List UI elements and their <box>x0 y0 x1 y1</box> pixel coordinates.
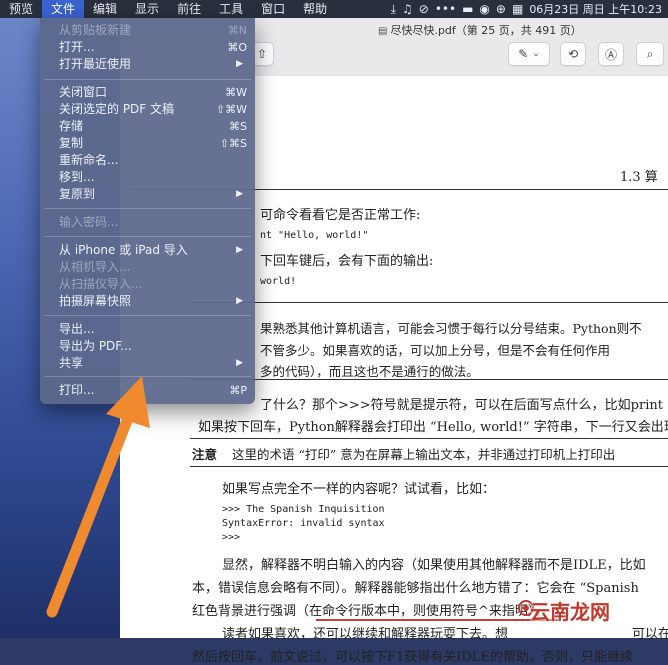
section-header: 1.3 算 <box>620 170 658 185</box>
code-line: SyntaxError: invalid syntax <box>222 518 385 529</box>
pen-icon: ✎ <box>518 47 529 61</box>
menu-item-print[interactable]: 打印... ⌘P <box>40 382 255 399</box>
submenu-arrow-icon: ▶ <box>236 296 243 306</box>
menu-item-open[interactable]: 打开... ⌘O <box>40 39 255 56</box>
markup-pen-button[interactable]: ✎ ⌄ <box>508 42 550 66</box>
code-line: >>> The Spanish Inquisition <box>222 504 385 515</box>
compass-icon[interactable]: ⊘ <box>419 0 429 18</box>
menu-separator <box>44 376 251 377</box>
menu-file[interactable]: 文件 <box>42 0 85 18</box>
menu-item-close-window[interactable]: 关闭窗口 ⌘W <box>40 84 255 101</box>
menu-item-export-pdf[interactable]: 导出为 PDF... <box>40 338 255 355</box>
status-area: ⤓ ♫ ⊘ ••• ▬ ◉ ⊕ ▦ 06月23日 周日 上午10:23 <box>391 0 662 18</box>
menu-tools[interactable]: 工具 <box>210 0 252 18</box>
submenu-arrow-icon: ▶ <box>236 189 243 199</box>
text-line: 然后按回车。前文说过，可以按下F1获得有关IDLE的帮助。否则，只能继续 <box>192 650 633 665</box>
menu-item-duplicate[interactable]: 复制 ⇧⌘S <box>40 135 255 152</box>
text-line: 显然，解释器不明白输入的内容（如果使用其他解释器而不是IDLE，比如 <box>222 558 646 573</box>
menubar: 预览 文件 编辑 显示 前往 工具 窗口 帮助 ⤓ ♫ ⊘ ••• ▬ ◉ ⊕ … <box>0 0 668 18</box>
menu-item-share[interactable]: 共享 ▶ <box>40 355 255 372</box>
note-text: 这里的术语 “打印” 意为在屏幕上输出文本，并非通过打印机上打印出 <box>232 447 616 462</box>
note-rule <box>190 302 668 303</box>
red-underline <box>316 619 560 621</box>
text-line: 如果写点完全不一样的内容呢？试试看，比如： <box>222 482 496 497</box>
menu-item-revert-to[interactable]: 复原到 ▶ <box>40 186 255 203</box>
dots-icon[interactable]: ••• <box>435 0 456 18</box>
menu-help[interactable]: 帮助 <box>294 0 336 18</box>
menu-item-screenshot[interactable]: 拍摄屏幕快照 ▶ <box>40 293 255 310</box>
markup-toolbar-button[interactable]: Ⓐ <box>598 42 624 66</box>
note-text: 果熟悉其他计算机语言，可能会习惯于每行以分号结束。Python则不 <box>260 321 642 336</box>
globe-icon[interactable]: ⊕ <box>496 0 506 18</box>
note-rule <box>190 466 668 467</box>
watermark-text: 云南龙网 <box>530 600 610 624</box>
file-menu-dropdown: 从剪贴板新建 ⌘N 打开... ⌘O 打开最近使用 ▶ 关闭窗口 ⌘W 关闭选定的 PD… <box>40 18 255 404</box>
menu-view[interactable]: 显示 <box>126 0 168 18</box>
submenu-arrow-icon: ▶ <box>236 358 243 368</box>
menu-item-import-camera[interactable]: 从相机导入... <box>40 259 255 276</box>
rotate-button[interactable]: ⟲ <box>560 42 586 66</box>
bell-icon[interactable]: ♫ <box>402 0 413 18</box>
text-line: 可以在 <box>632 627 668 642</box>
menu-separator <box>44 315 251 316</box>
code-line: nt "Hello, world!" <box>260 230 369 241</box>
menu-go[interactable]: 前往 <box>168 0 210 18</box>
text-line: 了什么？那个>>>符号就是提示符，可以在后面写点什么，比如print <box>260 398 663 413</box>
display-icon[interactable]: ▬ <box>462 0 473 18</box>
pdf-file-icon: ▤ <box>378 26 388 37</box>
menu-separator <box>44 208 251 209</box>
submenu-arrow-icon: ▶ <box>236 245 243 255</box>
note-label: 注意 <box>192 447 218 462</box>
window-title: ▤ 尽快尽快.pdf（第 25 页，共 491 页） <box>378 22 582 38</box>
submenu-arrow-icon: ▶ <box>236 59 243 69</box>
menu-window[interactable]: 窗口 <box>252 0 294 18</box>
menu-separator <box>44 236 251 237</box>
chevron-down-icon: ⌄ <box>532 49 540 59</box>
download-icon[interactable]: ⤓ <box>391 0 396 18</box>
note-text: 多的代码），而且这也不是通行的做法。 <box>260 364 479 379</box>
clock-text[interactable]: 06月23日 周日 上午10:23 <box>529 1 662 17</box>
window-title-text: 尽快尽快.pdf（第 25 页，共 491 页） <box>390 24 582 37</box>
menu-separator <box>44 79 251 80</box>
wifi-icon[interactable]: ◉ <box>479 0 489 18</box>
menu-item-enter-password[interactable]: 输入密码... <box>40 214 255 231</box>
menu-item-import-scanner[interactable]: 从扫描仪导入... <box>40 276 255 293</box>
search-button[interactable]: ⌕ <box>636 42 664 66</box>
menu-edit[interactable]: 编辑 <box>84 0 126 18</box>
menu-item-import-iphone[interactable]: 从 iPhone 或 iPad 导入 ▶ <box>40 242 255 259</box>
menu-preview[interactable]: 预览 <box>0 0 42 18</box>
menu-item-rename[interactable]: 重新命名... <box>40 152 255 169</box>
rotate-icon: ⟲ <box>567 47 579 61</box>
note-text: 不管多少。如果喜欢的话，可以加上分号，但是不会有任何作用 <box>260 343 611 358</box>
note-rule <box>190 379 668 380</box>
menu-item-open-recent[interactable]: 打开最近使用 ▶ <box>40 56 255 73</box>
menu-item-export[interactable]: 导出... <box>40 321 255 338</box>
search-icon: ⌕ <box>646 46 654 61</box>
share-icon: ⇧ <box>256 47 268 61</box>
text-line: 本，错误信息会略有不同）。解释器能够指出什么地方错了：它会在 “Spanish <box>192 581 639 596</box>
text-line: 如果按下回车，Python解释器会打印出 “Hello, world!” 字符串… <box>198 420 668 435</box>
text-line: 可命令看看它是否正常工作: <box>260 208 421 223</box>
markup-circle-icon: Ⓐ <box>604 47 617 62</box>
text-line: 读者如果喜欢，还可以继续和解释器玩耍下去。想 <box>222 627 509 642</box>
calendar-icon[interactable]: ▦ <box>512 0 523 18</box>
text-line: 红色背景进行强调（在命令行版本中，则使用符号^来指明）。 <box>192 604 548 619</box>
text-line: 下回车键后，会有下面的输出: <box>260 254 434 269</box>
menu-item-save[interactable]: 存储 ⌘S <box>40 118 255 135</box>
menu-item-move-to[interactable]: 移到... <box>40 169 255 186</box>
code-line: world! <box>260 276 297 287</box>
menu-item-close-selected-pdf[interactable]: 关闭选定的 PDF 文稿 ⇧⌘W <box>40 101 255 118</box>
menu-item-new-from-clipboard[interactable]: 从剪贴板新建 ⌘N <box>40 22 255 39</box>
note-rule <box>190 438 668 439</box>
code-line: >>> <box>222 532 241 543</box>
